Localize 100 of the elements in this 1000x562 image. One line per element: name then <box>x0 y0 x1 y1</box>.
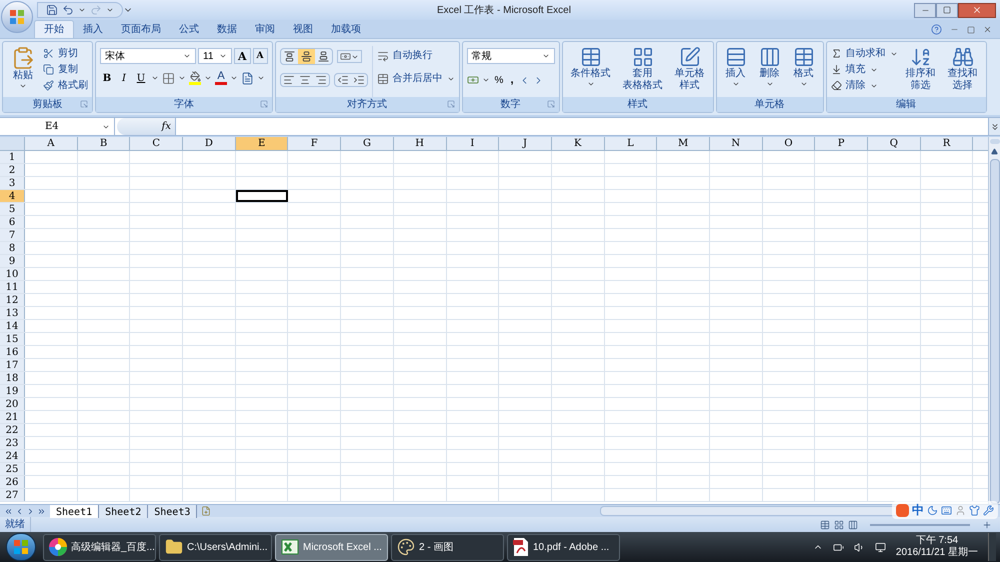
row-header[interactable]: 11 <box>0 281 25 293</box>
ribbon-button[interactable]: 格式 <box>788 46 819 97</box>
ribbon-button[interactable]: 排序和 筛选 <box>902 46 940 97</box>
row-header[interactable]: 1 <box>0 151 25 163</box>
page-layout-icon[interactable] <box>834 520 844 530</box>
column-header[interactable]: Q <box>868 137 921 150</box>
row-header[interactable]: 4 <box>0 190 25 202</box>
orientation-button[interactable] <box>336 50 362 63</box>
new-sheet-icon[interactable] <box>201 506 212 516</box>
ribbon-tab[interactable]: 开始 <box>34 20 74 38</box>
column-header[interactable]: G <box>341 137 394 150</box>
column-header[interactable]: F <box>288 137 342 150</box>
row-header[interactable]: 22 <box>0 424 25 436</box>
row-header[interactable]: 14 <box>0 320 25 332</box>
ribbon-tab[interactable]: 公式 <box>170 20 208 38</box>
column-header[interactable]: L <box>604 137 658 150</box>
currency-icon[interactable] <box>466 74 479 86</box>
taskbar-button[interactable]: 10.pdf - Adobe ... <box>507 534 620 560</box>
column-header[interactable]: A <box>25 137 78 150</box>
row-header[interactable]: 21 <box>0 411 25 423</box>
row-header[interactable]: 26 <box>0 476 25 488</box>
active-cell[interactable] <box>236 190 288 202</box>
row-header[interactable]: 15 <box>0 333 25 345</box>
font-name-field[interactable]: 宋体 <box>100 48 196 64</box>
column-header[interactable]: P <box>815 137 868 150</box>
column-header[interactable]: M <box>657 137 710 150</box>
ribbon-button[interactable]: 剪切 <box>43 46 88 61</box>
align-center-icon[interactable] <box>298 74 311 86</box>
ribbon-tab[interactable]: 审阅 <box>246 20 284 38</box>
ribbon-button[interactable]: 自动求和 <box>830 46 898 61</box>
font-color-button[interactable]: A <box>215 71 227 85</box>
help-icon[interactable] <box>931 24 942 35</box>
shirt-icon[interactable] <box>969 504 980 516</box>
column-header[interactable]: C <box>130 137 184 150</box>
ribbon-button[interactable]: 格式刷 <box>43 78 88 93</box>
row-header[interactable]: 9 <box>0 255 25 267</box>
borders-icon[interactable] <box>162 72 175 84</box>
taskbar-button[interactable]: 2 - 画图 <box>391 534 504 560</box>
row-header[interactable]: 7 <box>0 229 25 241</box>
row-header[interactable]: 17 <box>0 359 25 371</box>
sheet-tab[interactable]: Sheet1 <box>50 504 100 518</box>
ribbon-tab[interactable]: 数据 <box>208 20 246 38</box>
volume-icon[interactable] <box>854 542 865 552</box>
percent-button[interactable]: % <box>492 72 506 88</box>
number-format-field[interactable]: 常规 <box>466 48 555 64</box>
normal-view-icon[interactable] <box>820 520 830 530</box>
row-header[interactable]: 12 <box>0 294 25 306</box>
column-header[interactable]: O <box>762 137 816 150</box>
row-header[interactable]: 23 <box>0 437 25 449</box>
dialog-launcher-icon[interactable] <box>80 100 88 108</box>
close-button[interactable] <box>958 2 996 18</box>
ribbon-button[interactable]: 查找和 选择 <box>944 46 982 97</box>
align-left-icon[interactable] <box>282 74 295 86</box>
ribbon-tab[interactable]: 页面布局 <box>112 20 170 38</box>
row-header[interactable]: 20 <box>0 398 25 410</box>
sheet-tab[interactable]: Sheet2 <box>99 504 148 518</box>
row-header[interactable]: 19 <box>0 385 25 397</box>
grow-font-button[interactable]: A <box>234 48 251 64</box>
column-header[interactable]: K <box>552 137 605 150</box>
italic-button[interactable]: I <box>117 70 131 86</box>
ribbon-button[interactable]: 删除 <box>754 46 785 97</box>
first-sheet-icon[interactable] <box>4 506 13 516</box>
ribbon-button[interactable]: 插入 <box>720 46 751 97</box>
ribbon-tab[interactable]: 视图 <box>284 20 322 38</box>
row-header[interactable]: 16 <box>0 346 25 358</box>
column-header[interactable]: N <box>710 137 763 150</box>
ribbon-button[interactable]: 复制 <box>43 62 88 77</box>
row-header[interactable]: 18 <box>0 372 25 384</box>
ribbon-button[interactable]: 填充 <box>830 62 898 77</box>
close-icon[interactable] <box>983 25 992 34</box>
vertical-scrollbar[interactable] <box>988 137 1000 504</box>
column-header[interactable]: H <box>394 137 446 150</box>
scroll-up-icon[interactable] <box>991 148 998 155</box>
ribbon-button[interactable]: 单元格 样式 <box>670 46 709 97</box>
align-right-icon[interactable] <box>314 74 327 86</box>
office-button[interactable] <box>1 1 33 33</box>
clock[interactable]: 下午 7:54 2016/11/21 星期一 <box>896 535 978 559</box>
sheet-tab[interactable]: Sheet3 <box>148 504 198 518</box>
row-header[interactable]: 24 <box>0 450 25 462</box>
undo-icon[interactable] <box>62 4 74 16</box>
taskbar-button[interactable]: C:\Users\Admini... <box>159 534 272 560</box>
row-header[interactable]: 13 <box>0 307 25 319</box>
column-header[interactable]: R <box>920 137 974 150</box>
ribbon-button[interactable]: 清除 <box>830 78 898 93</box>
ribbon-button[interactable]: 条件格式 <box>566 46 615 97</box>
fill-color-icon[interactable] <box>189 71 201 85</box>
wrench-icon[interactable] <box>983 504 994 516</box>
shrink-font-button[interactable]: A <box>252 48 268 64</box>
increase-indent-icon[interactable] <box>352 74 365 86</box>
expand-formula-button[interactable] <box>988 118 1000 135</box>
merge-center-button[interactable]: 合并后居中 <box>376 71 455 86</box>
underline-button[interactable]: U <box>134 70 148 86</box>
input-mode-label[interactable]: 中 <box>912 501 924 519</box>
column-header[interactable]: E <box>236 137 288 150</box>
insert-function-button[interactable]: fx <box>162 119 171 134</box>
keyboard-icon[interactable] <box>941 504 952 516</box>
maximize-button[interactable] <box>936 2 958 18</box>
row-header[interactable]: 27 <box>0 489 25 501</box>
previous-sheet-icon[interactable] <box>15 506 24 516</box>
row-header[interactable]: 5 <box>0 203 25 215</box>
